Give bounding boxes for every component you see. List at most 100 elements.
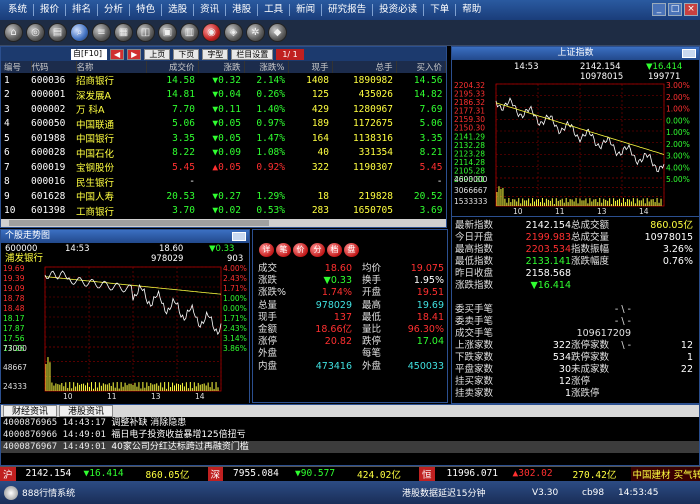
col-total[interactable]: 总手	[332, 61, 397, 73]
col-bid[interactable]: 买入价	[396, 61, 446, 73]
arrow-right-icon[interactable]: ▶	[127, 48, 142, 60]
minimize-button[interactable]: _	[652, 3, 666, 16]
col-name[interactable]: 名称	[76, 61, 147, 73]
horizontal-scrollbar[interactable]	[1, 219, 446, 227]
tab-archive[interactable]: 档	[327, 243, 342, 257]
table-row[interactable]: 8 000016 民生银行 - -	[1, 175, 446, 190]
stock-intraday-chart[interactable]: 600000 浦发银行 14:53 18.60 ▼0.33 978029 903…	[1, 243, 249, 403]
y-right-tick-label: 1.71%	[223, 314, 247, 323]
grid-icon[interactable]: ▦	[114, 23, 133, 42]
stats-row: 最高指数 2203.534 指数振幅 3.26%	[455, 244, 700, 256]
prev-page-button[interactable]: 上页	[144, 48, 171, 60]
info-icon[interactable]: ◆	[268, 23, 287, 42]
col-price[interactable]: 成交价	[146, 61, 199, 73]
news-icon[interactable]: ▣	[158, 23, 177, 42]
news-item[interactable]: 4000876965 14:43:17 调整补缺 消除隐患	[1, 417, 699, 429]
tab-price[interactable]: 价	[293, 243, 308, 257]
list-icon[interactable]: ≡	[92, 23, 111, 42]
menu-ranking[interactable]: 排名	[66, 0, 97, 20]
col-code[interactable]: 代码	[31, 61, 77, 73]
menu-hk-stocks[interactable]: 港股	[226, 0, 257, 20]
menu-tools[interactable]: 工具	[258, 0, 289, 20]
news-item[interactable]: 4000876967 14:49:01 40家公司分红达标跨过再融资门槛	[1, 441, 699, 453]
tab-book[interactable]: 盘	[344, 243, 359, 257]
menu-features[interactable]: 特色	[130, 0, 161, 20]
row-price: -	[189, 176, 195, 188]
stock-detail-panel: 详 笔 价 分 档 盘 成交 18.60 均价 19.075 涨跌 ▼0.33 换手 1.95…	[252, 229, 448, 403]
stats-cell	[631, 292, 693, 304]
warn-icon[interactable]: ◈	[224, 23, 243, 42]
stats-cell: 12	[680, 340, 693, 351]
panel-toggle-icon[interactable]	[232, 232, 246, 241]
row-name: 民生银行	[76, 177, 115, 189]
menu-order[interactable]: 下单	[424, 0, 455, 20]
chart-icon[interactable]: ▤	[48, 23, 67, 42]
table-row[interactable]: 9 601628 中国人寿 20.53 ▼0.27 1.29% 18 219828 20.52	[1, 189, 446, 204]
row-code: 000001	[31, 89, 66, 101]
stats-row: 最新指数 2142.154 总成交额 860.05亿	[455, 220, 700, 232]
table-row[interactable]: 6 600028 中国石化 8.22 ▼0.09 1.08% 40 331354 8.21	[1, 146, 446, 161]
row-code: 600019	[31, 161, 66, 173]
globe-icon[interactable]: ◎	[26, 23, 45, 42]
font-button[interactable]: 字型	[202, 48, 229, 60]
row-change: ▼0.11	[212, 103, 241, 115]
col-volume[interactable]: 现手	[288, 61, 333, 73]
index-time: 14:53	[514, 62, 539, 72]
news-item[interactable]: 4000876966 14:49:01 福日电子投资收益暴增125倍扭亏	[1, 429, 699, 441]
col-change[interactable]: 涨跌	[198, 61, 245, 73]
tab-ticks[interactable]: 笔	[276, 243, 291, 257]
table-row[interactable]: 4 600050 中国联通 5.06 ▼0.05 0.97% 189 1172675 5.06	[1, 117, 446, 132]
tab-minute[interactable]: 分	[310, 243, 325, 257]
menu-system[interactable]: 系统	[2, 0, 33, 20]
panel-toggle-icon[interactable]	[682, 49, 696, 58]
detail-row: 涨跌% 1.74% 开盘 19.51	[258, 287, 448, 299]
index-panel-title: 上证指数	[452, 47, 699, 60]
stats-row: 挂卖家数 1 涨跌停	[455, 388, 700, 400]
table-row[interactable]: 3 000002 万 科A 7.70 ▼0.11 1.40% 429 1280967 7.69	[1, 102, 446, 117]
f10-selector[interactable]: 自[F10]	[71, 48, 107, 60]
search-icon[interactable]: ⌕	[70, 23, 89, 42]
stats-cell: 10978015	[644, 232, 693, 243]
table-row[interactable]: 2 000001 深发展A 14.81 ▼0.04 0.26% 125 435026 14.82	[1, 88, 446, 103]
tab-finance-news[interactable]: 财经资讯	[3, 405, 58, 417]
tab-detail[interactable]: 详	[259, 243, 274, 257]
menu-investment-reading[interactable]: 投资必读	[373, 0, 423, 20]
split-icon[interactable]: ◫	[136, 23, 155, 42]
table-row[interactable]: 1 600036 招商银行 14.58 ▼0.32 2.14% 1408 1890982 14.…	[1, 73, 446, 88]
stats-cell: 1	[686, 352, 693, 363]
table-row[interactable]: 7 600019 宝钢股份 5.45 ▲0.05 0.92% 322 1190307 5.45	[1, 160, 446, 175]
table-row[interactable]: 5 601988 中国银行 3.35 ▼0.05 1.47% 164 1138316 3.35	[1, 131, 446, 146]
stats-cell: 涨停家数	[571, 340, 610, 351]
menu-quotes[interactable]: 报价	[34, 0, 65, 20]
row-name: 工商银行	[76, 206, 115, 218]
menu-help[interactable]: 帮助	[456, 0, 487, 20]
index-panel: 上证指数 14:53 2142.154 ▼16.414 10978015 199…	[451, 46, 700, 216]
stats-cell	[631, 304, 693, 316]
row-bid: 5.45	[419, 161, 443, 173]
gear-icon[interactable]: ✲	[246, 23, 265, 42]
col-no[interactable]: 编号	[1, 61, 32, 73]
col-change-pct[interactable]: 涨跌%	[244, 61, 289, 73]
close-button[interactable]: ×	[684, 3, 698, 16]
calc-icon[interactable]: ▥	[180, 23, 199, 42]
menu-info[interactable]: 资讯	[194, 0, 225, 20]
arrow-left-icon[interactable]: ◀	[110, 48, 125, 60]
maximize-button[interactable]: □	[668, 3, 682, 16]
ticker-news[interactable]: 中国建材 买气转强星	[630, 466, 700, 481]
menu-news[interactable]: 新闻	[290, 0, 321, 20]
menu-stock-picking[interactable]: 选股	[162, 0, 193, 20]
row-no: 10	[4, 205, 16, 217]
menu-research-reports[interactable]: 研究报告	[322, 0, 372, 20]
stats-cell: 12	[558, 376, 571, 387]
y-tick-label: 3066667	[454, 186, 488, 195]
column-settings-button[interactable]: 栏目设置	[231, 48, 274, 60]
row-change: ▼0.05	[212, 118, 241, 130]
menu-analysis[interactable]: 分析	[98, 0, 129, 20]
table-row[interactable]: 10 601398 工商银行 3.70 ▼0.02 0.53% 283 1650705 3.69	[1, 204, 446, 219]
alarm-icon[interactable]: ◉	[202, 23, 221, 42]
next-page-button[interactable]: 下页	[173, 48, 200, 60]
index-intraday-chart[interactable]: 14:53 2142.154 ▼16.414 10978015 199771 2…	[452, 60, 699, 216]
y-tick-label: 4600000	[454, 175, 488, 184]
home-icon[interactable]: ⌂	[4, 23, 23, 42]
tab-hk-news[interactable]: 港股资讯	[59, 405, 114, 417]
